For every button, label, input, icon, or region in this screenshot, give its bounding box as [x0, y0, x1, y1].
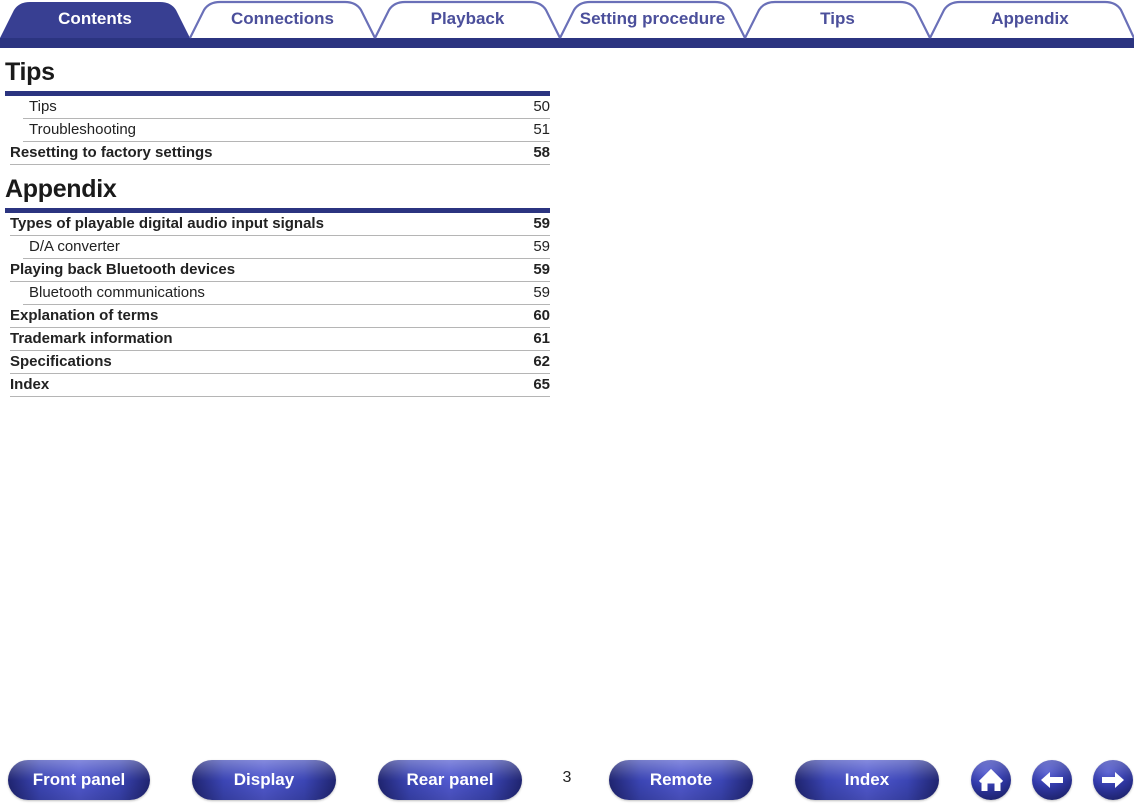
home-icon: [979, 769, 1003, 791]
tab-bar-underline: [0, 38, 1134, 48]
toc-row-page: 59: [533, 215, 550, 232]
home-button[interactable]: [971, 760, 1011, 800]
toc-row-page: 65: [533, 376, 550, 393]
tab-connections[interactable]: Connections: [190, 7, 375, 31]
remote-button[interactable]: Remote: [609, 760, 753, 800]
toc-row-label: Types of playable digital audio input si…: [10, 215, 324, 232]
toc-row-label: D/A converter: [29, 238, 120, 255]
front-panel-button[interactable]: Front panel: [8, 760, 150, 800]
toc-row-label: Explanation of terms: [10, 307, 159, 324]
toc-row[interactable]: Trademark information 61: [5, 328, 550, 351]
toc-list-appendix: Types of playable digital audio input si…: [5, 213, 550, 397]
toc-row-label: Trademark information: [10, 330, 173, 347]
toc-row-label: Index: [10, 376, 50, 393]
tab-setting-procedure[interactable]: Setting procedure: [560, 7, 745, 31]
section-title-tips: Tips: [5, 58, 55, 86]
toc-row-page: 58: [533, 144, 550, 161]
arrow-left-icon: [1041, 772, 1063, 788]
section-tips: Tips Tips 50 Troubleshooting 51 Resettin…: [0, 48, 600, 165]
toc-row-page: 60: [533, 307, 550, 324]
toc-row-page: 62: [533, 353, 550, 370]
toc-row[interactable]: Tips 50: [5, 96, 550, 119]
toc-row[interactable]: Index 65: [5, 374, 550, 397]
toc-list-tips: Tips 50 Troubleshooting 51 Resetting to …: [5, 96, 550, 165]
rear-panel-button[interactable]: Rear panel: [378, 760, 522, 800]
toc-row[interactable]: Playing back Bluetooth devices 59: [5, 259, 550, 282]
toc-row-label: Troubleshooting: [29, 121, 137, 138]
toc-row-label: Tips: [29, 98, 57, 115]
tab-appendix[interactable]: Appendix: [930, 7, 1130, 31]
footer-navigation: Front panel Display Rear panel 3 Remote …: [0, 755, 1134, 807]
tab-bar: Contents Connections Playback Setting pr…: [0, 0, 1134, 48]
toc-row-label: Resetting to factory settings: [10, 144, 213, 161]
tab-playback[interactable]: Playback: [375, 7, 560, 31]
display-button[interactable]: Display: [192, 760, 336, 800]
tab-tips[interactable]: Tips: [745, 7, 930, 31]
arrow-right-icon: [1102, 772, 1124, 788]
toc-row-page: 50: [533, 98, 550, 115]
toc-row[interactable]: Specifications 62: [5, 351, 550, 374]
index-button[interactable]: Index: [795, 760, 939, 800]
section-appendix: Appendix Types of playable digital audio…: [0, 165, 600, 397]
toc-row[interactable]: Troubleshooting 51: [5, 119, 550, 142]
toc-row[interactable]: Types of playable digital audio input si…: [5, 213, 550, 236]
back-button[interactable]: [1032, 760, 1072, 800]
toc-row-label: Specifications: [10, 353, 112, 370]
toc-row[interactable]: Explanation of terms 60: [5, 305, 550, 328]
toc-content: Tips Tips 50 Troubleshooting 51 Resettin…: [0, 48, 600, 397]
toc-row-label: Playing back Bluetooth devices: [10, 261, 236, 278]
toc-row-rule: [10, 396, 550, 397]
toc-row[interactable]: Bluetooth communications 59: [5, 282, 550, 305]
toc-row[interactable]: Resetting to factory settings 58: [5, 142, 550, 165]
forward-button[interactable]: [1093, 760, 1133, 800]
toc-row-page: 59: [533, 238, 550, 255]
toc-row-page: 59: [533, 261, 550, 278]
toc-row[interactable]: D/A converter 59: [5, 236, 550, 259]
tab-contents[interactable]: Contents: [0, 7, 190, 31]
toc-row-page: 51: [533, 121, 550, 138]
section-title-appendix: Appendix: [5, 175, 117, 203]
toc-row-page: 59: [533, 284, 550, 301]
page-number: 3: [562, 769, 572, 786]
toc-row-page: 61: [533, 330, 550, 347]
toc-row-label: Bluetooth communications: [29, 284, 205, 301]
